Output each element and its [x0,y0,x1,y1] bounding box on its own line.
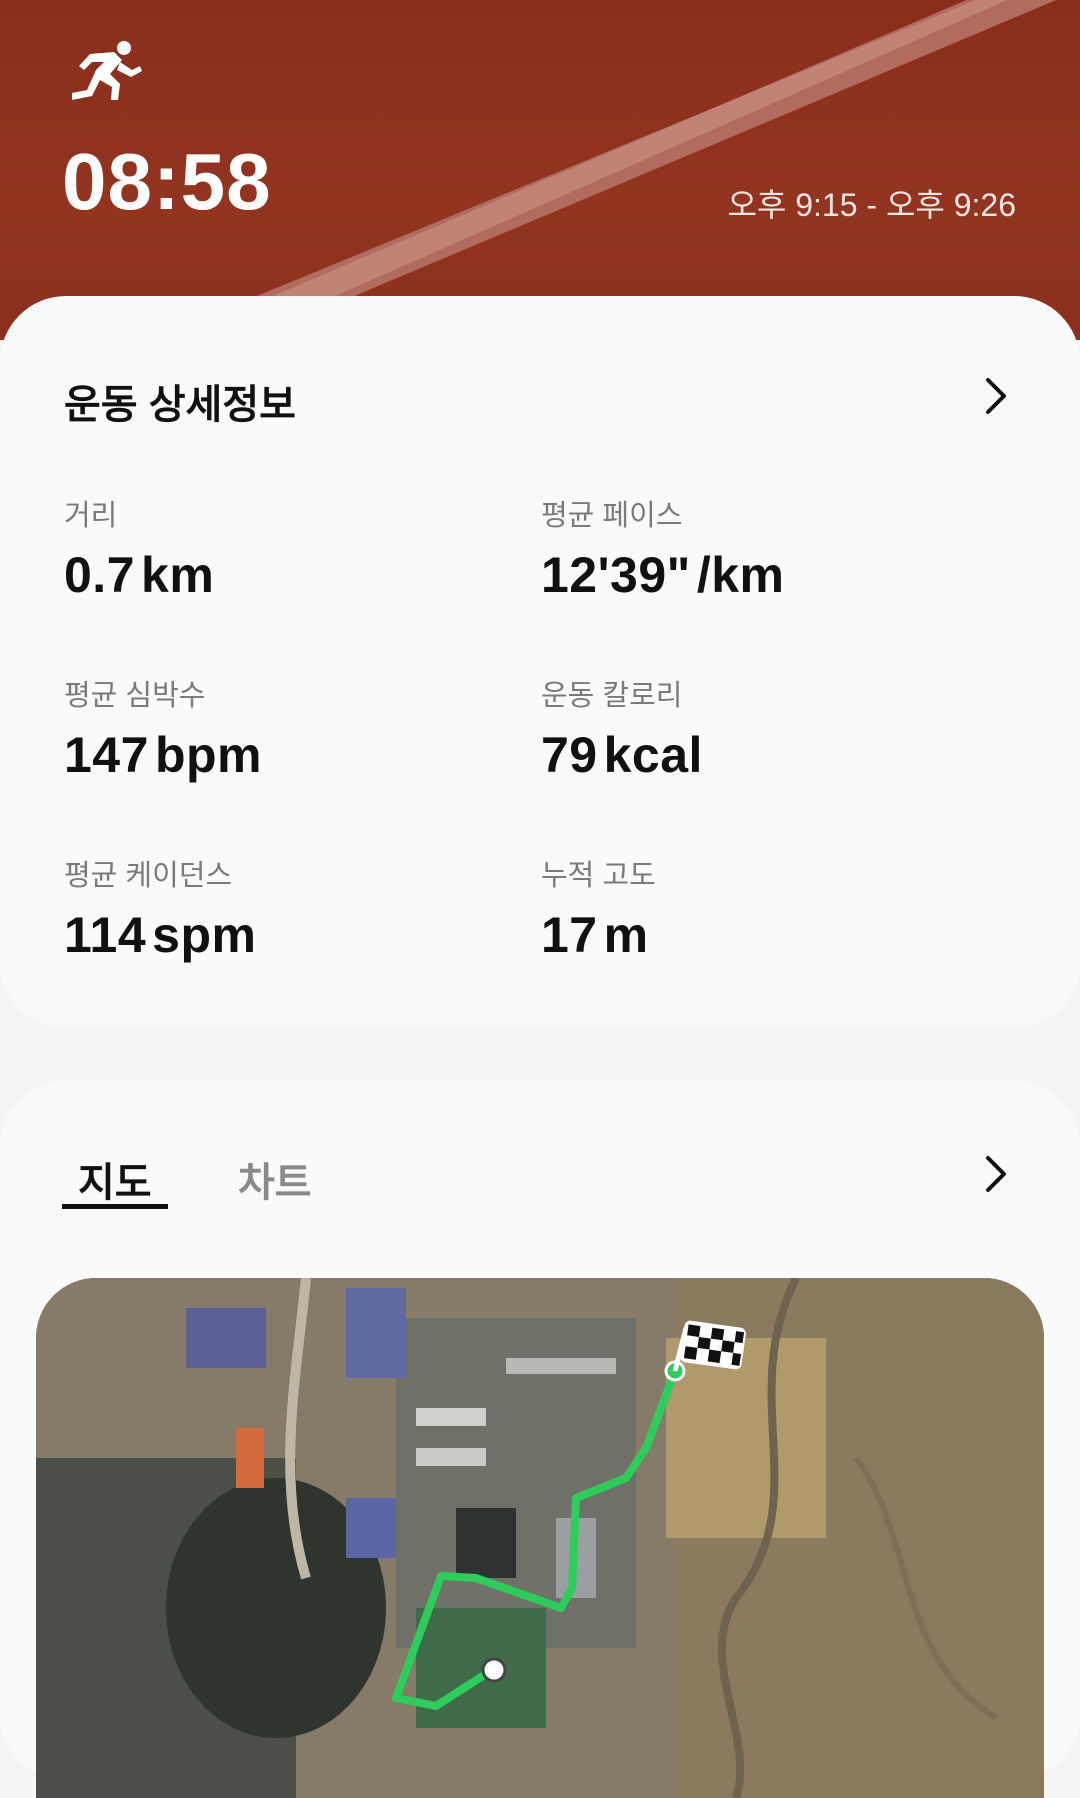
metric-number: 147 [64,727,149,783]
metric-avg-cadence: 평균 케이던스 114 spm [64,852,256,964]
metric-label: 평균 심박수 [64,680,206,712]
metric-number: 0.7 [64,547,136,603]
tab-chart[interactable]: 차트 [238,1150,312,1208]
metric-value: 79 kcal [541,726,703,784]
details-title: 운동 상세정보 [64,383,296,427]
metric-unit: km [141,547,215,603]
metric-label: 누적 고도 [541,860,656,892]
metric-value: 114 spm [64,906,256,964]
metric-avg-pace: 평균 페이스 12'39"/km [541,492,785,604]
workout-details-card[interactable]: 운동 상세정보 거리 0.7 km 평균 페이스 12'39"/km 평균 심박수… [0,296,1080,1028]
chevron-right-icon[interactable] [982,1154,1010,1194]
metric-unit: bpm [154,727,262,783]
metric-number: 114 [64,907,147,963]
route-map[interactable] [36,1278,1044,1798]
workout-time-range: 오후 9:15 - 오후 9:26 [727,187,1016,223]
metric-number: 79 [541,727,598,783]
metric-value: 0.7 km [64,546,214,604]
start-point-marker [481,1657,507,1683]
metric-number: 17 [541,907,598,963]
workout-duration: 08:58 [62,137,272,226]
metric-elevation-gain: 누적 고도 17 m [541,852,656,964]
metric-avg-heart-rate: 평균 심박수 147 bpm [64,672,262,784]
metric-unit: kcal [603,727,703,783]
metric-unit: /km [696,547,785,603]
metric-value: 17 m [541,906,656,964]
metric-distance: 거리 0.7 km [64,492,214,604]
metric-label: 평균 페이스 [541,500,683,532]
metric-calories: 운동 칼로리 79 kcal [541,672,703,784]
metric-label: 운동 칼로리 [541,680,683,712]
chevron-right-icon[interactable] [982,376,1010,416]
metric-number: 12'39" [541,547,691,603]
metric-unit: m [603,907,649,963]
tab-map[interactable]: 지도 [78,1150,152,1208]
active-tab-indicator [62,1204,168,1209]
metric-value: 12'39"/km [541,546,785,604]
running-person-icon [72,41,142,100]
metric-value: 147 bpm [64,726,262,784]
metric-unit: spm [152,907,257,963]
satellite-map-image [36,1278,1044,1798]
metric-label: 평균 케이던스 [64,860,233,892]
workout-header: 08:58 오후 9:15 - 오후 9:26 [0,0,1080,340]
route-card: 지도 차트 [0,1080,1080,1798]
metric-label: 거리 [64,500,118,532]
